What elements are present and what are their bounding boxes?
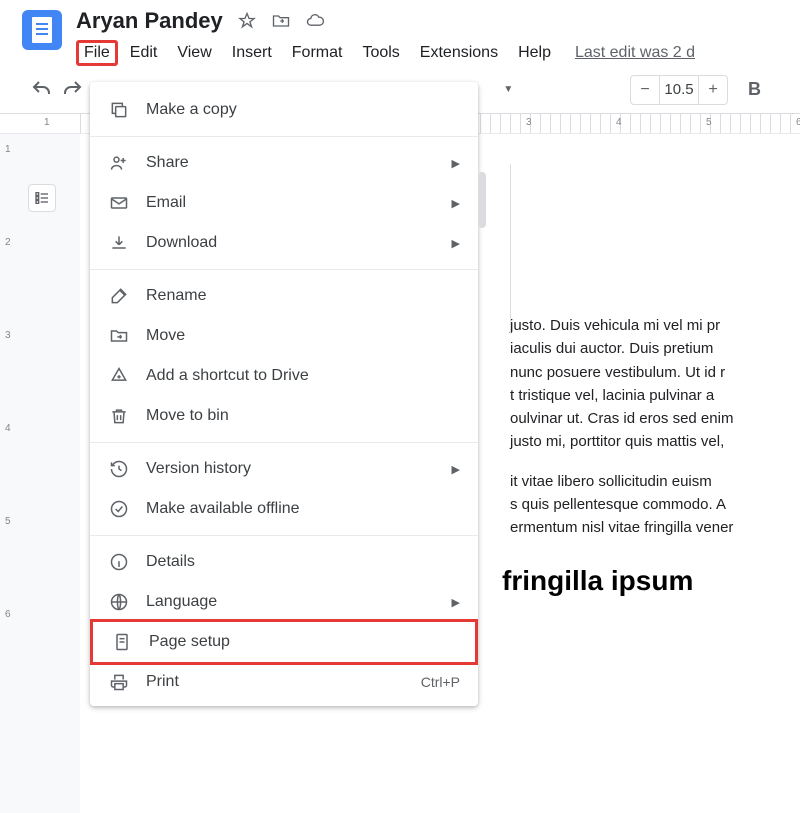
menubar: File Edit View Insert Format Tools Exten… (76, 40, 800, 66)
menu-extensions[interactable]: Extensions (412, 40, 506, 66)
cloud-status-icon[interactable] (305, 11, 325, 31)
move-folder-icon[interactable] (271, 11, 291, 31)
document-title[interactable]: Aryan Pandey (76, 8, 223, 34)
font-size-decrease[interactable]: − (631, 76, 659, 104)
chevron-right-icon: ▶ (452, 596, 460, 609)
page-setup-icon (111, 631, 133, 653)
download-icon (108, 232, 130, 254)
menu-item-print[interactable]: Print Ctrl+P (90, 662, 478, 702)
menu-item-download[interactable]: Download ▶ (90, 223, 478, 263)
file-menu-dropdown: Make a copy Share ▶ Email ▶ Download ▶ R… (90, 82, 478, 706)
menu-item-rename[interactable]: Rename (90, 276, 478, 316)
menu-format[interactable]: Format (284, 40, 351, 66)
offline-icon (108, 498, 130, 520)
menu-item-move-to-bin[interactable]: Move to bin (90, 396, 478, 436)
menu-item-add-shortcut[interactable]: Add a shortcut to Drive (90, 356, 478, 396)
menu-help[interactable]: Help (510, 40, 559, 66)
drive-shortcut-icon (108, 365, 130, 387)
copy-icon (108, 99, 130, 121)
globe-icon (108, 591, 130, 613)
font-size-value[interactable]: 10.5 (659, 76, 699, 104)
history-icon (108, 458, 130, 480)
document-heading[interactable]: fringilla ipsum (502, 565, 800, 597)
menu-insert[interactable]: Insert (224, 40, 280, 66)
font-size-increase[interactable]: + (699, 76, 727, 104)
bold-button[interactable]: B (748, 79, 761, 100)
rename-icon (108, 285, 130, 307)
menu-item-offline[interactable]: Make available offline (90, 489, 478, 529)
trash-icon (108, 405, 130, 427)
menu-item-email[interactable]: Email ▶ (90, 183, 478, 223)
move-icon (108, 325, 130, 347)
chevron-right-icon: ▶ (452, 237, 460, 250)
menu-tools[interactable]: Tools (354, 40, 407, 66)
chevron-right-icon: ▶ (452, 157, 460, 170)
menu-item-page-setup[interactable]: Page setup (90, 619, 478, 665)
star-icon[interactable] (237, 11, 257, 31)
menu-edit[interactable]: Edit (122, 40, 166, 66)
vertical-ruler[interactable]: 1 2 3 4 5 6 (5, 144, 23, 702)
menu-item-details[interactable]: Details (90, 542, 478, 582)
menu-file[interactable]: File (76, 40, 118, 66)
email-icon (108, 192, 130, 214)
undo-button[interactable] (30, 78, 54, 102)
redo-button[interactable] (60, 78, 84, 102)
menu-item-version-history[interactable]: Version history ▶ (90, 449, 478, 489)
menu-item-share[interactable]: Share ▶ (90, 143, 478, 183)
menu-item-make-copy[interactable]: Make a copy (90, 90, 478, 130)
last-edit-link[interactable]: Last edit was 2 d (575, 44, 695, 62)
share-icon (108, 152, 130, 174)
font-size-group: − 10.5 + (630, 75, 728, 105)
document-body-text[interactable]: justo. Duis vehicula mi vel mi pr iaculi… (510, 314, 800, 539)
docs-logo[interactable] (22, 10, 62, 50)
print-icon (108, 671, 130, 693)
chevron-right-icon: ▶ (452, 463, 460, 476)
menu-view[interactable]: View (169, 40, 219, 66)
info-icon (108, 551, 130, 573)
outline-toggle-button[interactable] (28, 184, 56, 212)
menu-item-language[interactable]: Language ▶ (90, 582, 478, 622)
menu-item-move[interactable]: Move (90, 316, 478, 356)
print-shortcut: Ctrl+P (421, 674, 460, 690)
chevron-right-icon: ▶ (452, 197, 460, 210)
menu-scrollbar[interactable] (478, 172, 486, 228)
